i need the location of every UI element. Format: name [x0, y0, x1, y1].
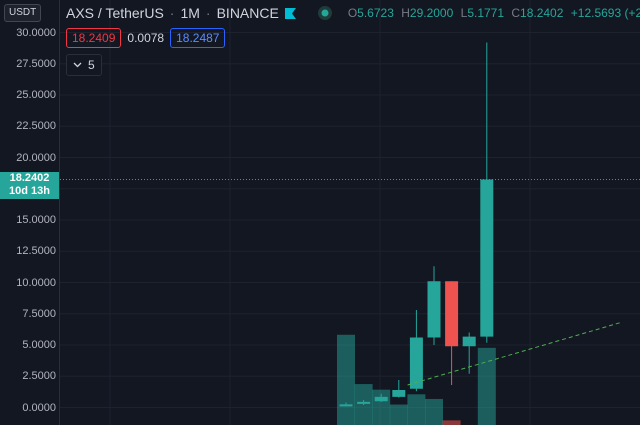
quote-row: 18.2409 0.0078 18.2487	[66, 28, 226, 48]
price-tick-label: 7.5000	[22, 307, 56, 320]
candle-body	[427, 281, 441, 338]
volume-bar	[389, 404, 408, 425]
candle-body	[462, 336, 476, 347]
volume-bar	[425, 398, 443, 425]
bullet-separator: ·	[205, 5, 211, 21]
exchange-label: BINANCE	[216, 5, 279, 21]
candle-body	[374, 396, 388, 402]
high-label: H	[401, 6, 410, 20]
current-price-label: 18.2402 10d 13h	[0, 172, 59, 199]
chevron-down-icon	[73, 62, 82, 68]
bar-countdown: 10d 13h	[9, 185, 50, 197]
candle-body	[445, 281, 459, 347]
ohlc-values: O5.6723 H29.2000 L5.1771 C18.2402 +12.56…	[348, 6, 640, 20]
candle-body	[339, 404, 353, 407]
bullet-separator: ·	[169, 5, 175, 21]
quote-asset: TetherUS	[105, 5, 164, 21]
open-value: 5.6723	[357, 6, 394, 20]
flag-icon[interactable]	[284, 7, 296, 19]
price-tick-label: 22.5000	[16, 120, 56, 133]
price-tick-label: 15.0000	[16, 214, 56, 226]
price-tick-label: 30.0000	[16, 26, 56, 39]
candle-body	[409, 337, 423, 389]
volume-bar	[407, 394, 426, 425]
buy-price-button[interactable]: 18.2487	[170, 28, 226, 48]
close-label: C	[511, 6, 521, 20]
currency-button[interactable]: USDT	[4, 4, 42, 22]
interval-label[interactable]: 1M	[180, 5, 199, 21]
market-status-icon[interactable]	[317, 6, 332, 20]
price-tick-label: 27.5000	[16, 57, 56, 70]
symbol-name: AXS	[66, 5, 95, 21]
indicators-toggle[interactable]: 5	[66, 54, 102, 76]
symbol-title[interactable]: AXS / TetherUS	[66, 5, 164, 21]
chart-area[interactable]	[60, 0, 640, 425]
open-label: O	[347, 6, 358, 20]
spread-value: 0.0078	[127, 31, 165, 45]
price-tick-label: 20.0000	[16, 151, 56, 164]
current-price-value: 18.2402	[9, 172, 50, 184]
volume-bar	[337, 334, 355, 425]
candle-body	[480, 179, 494, 337]
price-tick-label: 12.5000	[16, 245, 56, 258]
sell-price-button[interactable]: 18.2409	[66, 28, 122, 48]
candlestick-chart[interactable]	[60, 0, 640, 425]
change-value: +12.5693 (+221.6	[570, 6, 640, 20]
price-tick-label: 0.0000	[22, 401, 56, 414]
close-value: 18.2402	[520, 6, 564, 20]
candle-body	[392, 390, 406, 397]
symbol-legend: AXS / TetherUS · 1M · BINANCE O5.6723 H2…	[66, 4, 640, 22]
indicator-count: 5	[88, 58, 95, 72]
candle-body	[357, 401, 371, 404]
volume-bar	[442, 420, 461, 425]
price-tick-label: 10.0000	[16, 276, 56, 289]
price-tick-label: 5.0000	[22, 339, 56, 351]
price-tick-label: 25.0000	[16, 89, 56, 101]
volume-bar	[477, 347, 496, 425]
price-tick-label: 2.5000	[22, 370, 56, 383]
title-separator: /	[97, 5, 102, 21]
high-value: 29.2000	[409, 6, 454, 20]
low-value: 5.1771	[467, 6, 505, 20]
price-axis[interactable]: USDT 30.0000 27.5000 25.0000 22.5000 20.0000…	[0, 0, 60, 425]
